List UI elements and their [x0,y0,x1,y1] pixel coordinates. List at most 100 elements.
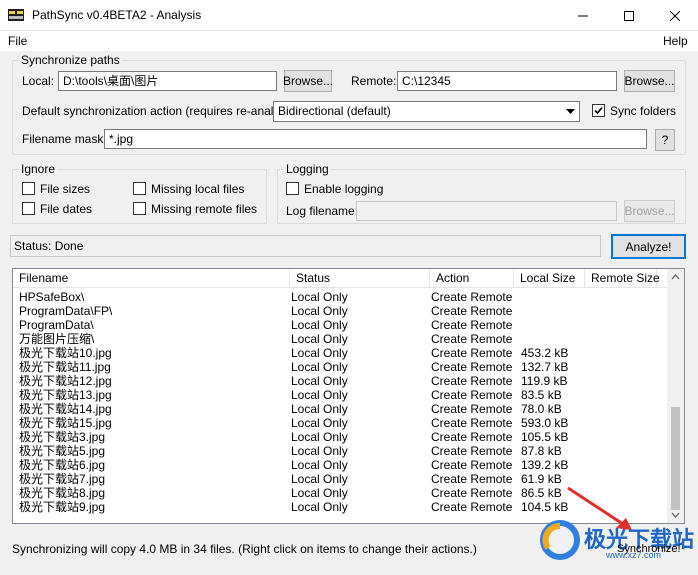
filename-mask-input[interactable]: *.jpg [104,129,647,149]
watermark-logo: 极光下载站 www.xz7.com [536,516,696,566]
ignore-missing-local-label: Missing local files [151,182,245,196]
ignore-file-sizes-label: File sizes [40,182,91,196]
cell-action: Create Remote [431,388,513,402]
maximize-button[interactable] [606,0,652,31]
scroll-up-icon[interactable] [667,269,684,286]
scrollbar-thumb[interactable] [671,407,680,510]
table-row[interactable]: ProgramData\ Local Only Create Remote [13,318,669,332]
local-label: Local: [22,74,55,88]
table-row[interactable]: 极光下载站3.jpg Local Only Create Remote 105.5 k… [13,430,669,444]
cell-status: Local Only [291,374,348,388]
cell-filename: 极光下载站6.jpg [19,458,106,472]
col-remote-size[interactable]: Remote Size [585,269,660,288]
col-status[interactable]: Status [290,269,430,288]
table-row[interactable]: 万能图片压缩\ Local Only Create Remote [13,332,669,346]
cell-local-size: 86.5 kB [521,486,562,500]
cell-action: Create Remote [431,360,513,374]
sync-folders-checkbox[interactable] [592,104,605,117]
cell-filename: ProgramData\ [19,318,94,332]
log-browse-button[interactable]: Browse... [624,200,675,222]
minimize-icon [578,15,588,16]
cell-filename: 极光下载站3.jpg [19,430,106,444]
default-action-select[interactable]: Bidirectional (default) [273,101,580,122]
cell-status: Local Only [291,318,348,332]
menu-bar: File Help [0,31,698,51]
remote-label: Remote: [351,74,397,88]
table-row[interactable]: 极光下载站13.jpg Local Only Create Remote 83.5 k… [13,388,669,402]
cell-local-size: 87.8 kB [521,444,562,458]
status-text: Status: Done [14,239,84,253]
default-action-label: Default synchronization action (requires… [22,104,300,118]
synchronize-button[interactable]: Synchronize! [617,542,681,556]
cell-local-size: 139.2 kB [521,458,569,472]
title-bar: PathSync v0.4BETA2 - Analysis [0,0,698,31]
cell-filename: 极光下载站12.jpg [19,374,112,388]
close-icon [670,10,680,21]
cell-status: Local Only [291,346,348,360]
cell-filename: 极光下载站15.jpg [19,416,112,430]
table-row[interactable]: HPSafeBox\ Local Only Create Remote [13,290,669,304]
cell-action: Create Remote [431,486,513,500]
cell-filename: 极光下载站5.jpg [19,444,106,458]
cell-filename: HPSafeBox\ [19,290,85,304]
ignore-missing-local-checkbox[interactable] [133,182,146,195]
browse-local-button[interactable]: Browse... [283,70,333,92]
menu-help[interactable]: Help [663,34,688,48]
ignore-file-dates-checkbox[interactable] [22,202,35,215]
table-row[interactable]: 极光下载站15.jpg Local Only Create Remote 593.0 … [13,416,669,430]
log-filename-label: Log filename: [286,204,359,218]
cell-status: Local Only [291,304,348,318]
cell-filename: 极光下载站9.jpg [19,500,106,514]
default-action-value: Bidirectional (default) [278,104,391,118]
cell-action: Create Remote [431,346,513,360]
cell-filename: 极光下载站14.jpg [19,402,112,416]
enable-logging-checkbox[interactable] [286,182,299,195]
table-row[interactable]: 极光下载站6.jpg Local Only Create Remote 139.2 k… [13,458,669,472]
minimize-button[interactable] [560,0,606,31]
menu-file[interactable]: File [8,34,27,48]
watermark-swirl-icon [540,520,580,560]
sync-summary-text: Synchronizing will copy 4.0 MB in 34 fil… [12,542,477,556]
maximize-icon [624,10,634,21]
table-row[interactable]: 极光下载站11.jpg Local Only Create Remote 132.7 … [13,360,669,374]
cell-local-size: 119.9 kB [521,374,568,388]
col-action[interactable]: Action [430,269,514,288]
window-title: PathSync v0.4BETA2 - Analysis [32,8,202,22]
cell-filename: 极光下载站10.jpg [19,346,112,360]
table-row[interactable]: 极光下载站5.jpg Local Only Create Remote 87.8 kB [13,444,669,458]
log-filename-input[interactable] [356,201,617,221]
cell-action: Create Remote [431,472,513,486]
cell-action: Create Remote [431,332,513,346]
cell-filename: 极光下载站7.jpg [19,472,106,486]
ignore-file-sizes-checkbox[interactable] [22,182,35,195]
app-icon [8,9,24,21]
cell-status: Local Only [291,332,348,346]
cell-local-size: 453.2 kB [521,346,569,360]
enable-logging-label: Enable logging [304,182,384,196]
cell-status: Local Only [291,472,348,486]
col-local-size[interactable]: Local Size [514,269,585,288]
cell-local-size: 593.0 kB [521,416,569,430]
cell-local-size: 78.0 kB [521,402,562,416]
close-button[interactable] [652,0,698,31]
ignore-legend: Ignore [19,162,58,176]
ignore-missing-remote-checkbox[interactable] [133,202,146,215]
table-row[interactable]: 极光下载站10.jpg Local Only Create Remote 453.2 … [13,346,669,360]
list-header: Filename Status Action Local Size Remote… [13,269,669,288]
vertical-scrollbar[interactable] [667,269,684,523]
browse-remote-button[interactable]: Browse... [624,70,675,92]
col-filename[interactable]: Filename [13,269,290,288]
cell-action: Create Remote [431,374,513,388]
mask-help-button[interactable]: ? [655,129,675,151]
cell-action: Create Remote [431,416,513,430]
cell-local-size: 132.7 kB [521,360,569,374]
cell-status: Local Only [291,486,348,500]
local-path-input[interactable]: D:\tools\桌面\图片 [58,71,277,91]
cell-action: Create Remote [431,304,513,318]
table-row[interactable]: ProgramData\FP\ Local Only Create Remote [13,304,669,318]
table-row[interactable]: 极光下载站14.jpg Local Only Create Remote 78.0 k… [13,402,669,416]
remote-path-input[interactable]: C:\12345 [397,71,617,91]
analyze-button[interactable]: Analyze! [611,234,686,259]
cell-status: Local Only [291,416,348,430]
table-row[interactable]: 极光下载站12.jpg Local Only Create Remote 119.9 … [13,374,669,388]
